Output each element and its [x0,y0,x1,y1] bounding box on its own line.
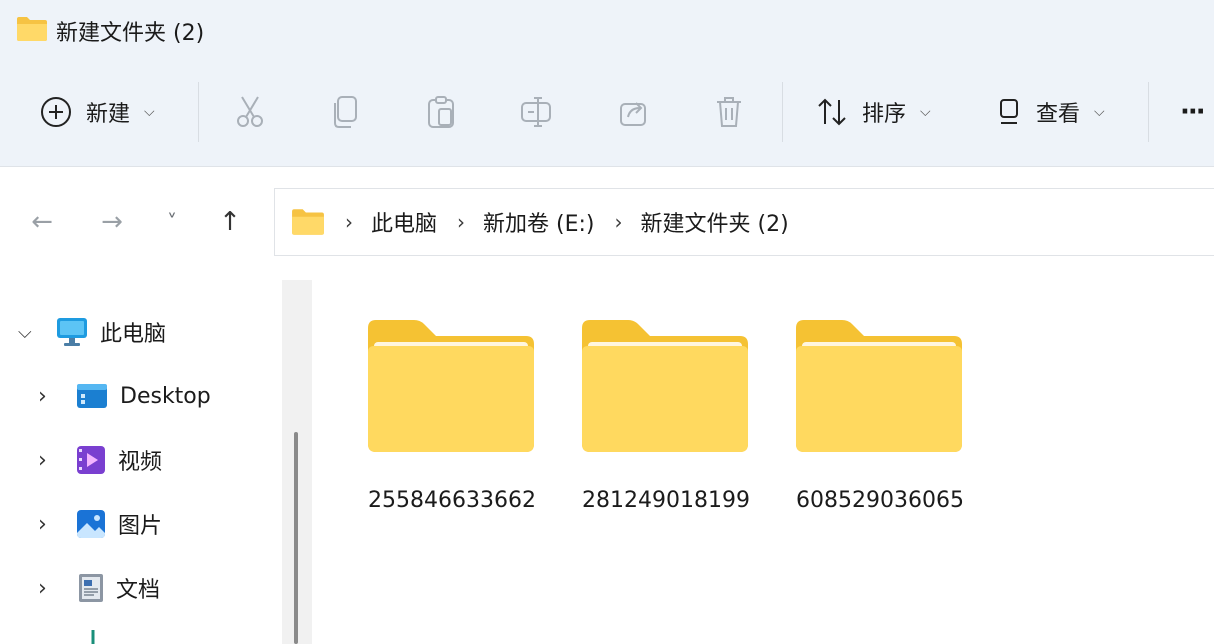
folder-name[interactable]: 255846633662 [368,488,536,513]
folder-icon [17,17,47,41]
rename-button[interactable] [520,58,554,166]
arrow-up-icon: ↑ [219,207,241,237]
recent-locations-button[interactable]: ˅ [152,202,192,242]
sidebar-item-videos[interactable]: › 视频 [38,438,162,482]
chevron-right-icon: › [38,511,47,537]
view-label: 查看 [1036,102,1081,127]
copy-button[interactable] [332,58,360,166]
forward-button[interactable]: → [92,202,132,242]
folder-item[interactable] [366,318,536,458]
arrow-left-icon: ← [31,207,53,237]
chevron-down-icon: ⌵ [920,104,931,120]
desktop-icon [77,384,107,408]
download-icon [91,630,95,644]
scissors-icon [237,96,263,127]
arrow-right-icon: → [101,207,123,237]
more-button[interactable]: ··· [1180,58,1206,166]
toolbar-divider [1148,82,1149,142]
new-label: 新建 [86,102,131,127]
share-icon [620,102,646,126]
toolbar-divider [782,82,783,142]
chevron-down-icon: ⌵ [144,104,155,120]
chevron-right-icon: › [38,447,47,473]
address-bar[interactable]: › 此电脑 › 新加卷 (E:) › 新建文件夹 (2) [274,188,1214,256]
folder-icon [368,320,534,452]
chevron-down-icon: ⌵ [18,321,32,343]
plus-circle-icon [41,97,71,127]
video-icon [77,446,105,474]
sidebar-item-documents[interactable]: › 文档 [38,566,160,610]
breadcrumb-drive-e[interactable]: 新加卷 (E:) [483,206,594,238]
title-bar: 新建文件夹 (2) [0,0,1214,58]
sidebar-item-label: 视频 [118,450,163,475]
breadcrumb-current-folder[interactable]: 新建文件夹 (2) [641,206,789,238]
share-button[interactable] [618,58,650,166]
sidebar-item-partial [78,628,108,644]
sidebar-item-label: 此电脑 [100,322,167,347]
chevron-down-icon: ˅ [167,210,177,234]
monitor-icon [57,318,87,346]
cut-button[interactable] [234,58,266,166]
sort-label: 排序 [862,102,907,127]
sidebar-item-desktop[interactable]: › Desktop [38,374,211,418]
chevron-right-icon: › [345,210,353,234]
sidebar-item-this-pc[interactable]: ⌵ 此电脑 [18,310,166,354]
folder-name[interactable]: 608529036065 [796,488,964,513]
pictures-icon [77,510,105,538]
up-button[interactable]: ↑ [210,202,250,242]
sidebar-item-label: Desktop [120,383,211,409]
paste-icon [428,96,454,128]
view-icon [1000,99,1018,124]
back-button[interactable]: ← [22,202,62,242]
chevron-right-icon: › [457,210,466,234]
paste-button[interactable] [426,58,456,166]
chevron-right-icon: › [614,210,623,234]
rename-icon [521,97,551,127]
sidebar-item-pictures[interactable]: › 图片 [38,502,162,546]
chevron-right-icon: › [38,383,47,409]
sidebar-item-label: 图片 [118,514,163,539]
command-bar: 新建 ⌵ 排序 ⌵ 查看 ⌵ ··· [0,58,1214,167]
sidebar-scrollbar-thumb[interactable] [294,432,298,644]
trash-icon [717,97,741,127]
window-title: 新建文件夹 (2) [56,21,205,46]
chevron-right-icon: › [38,575,47,601]
folder-name[interactable]: 281249018199 [582,488,750,513]
folder-icon [582,320,748,452]
breadcrumb-this-pc[interactable]: 此电脑 [371,206,437,238]
toolbar-divider [198,82,199,142]
new-button[interactable]: 新建 ⌵ [40,58,155,166]
folder-icon [796,320,962,452]
sidebar-item-label: 文档 [116,578,161,603]
navigation-pane: ⌵ 此电脑 › Desktop › 视频 › 图片 › 文档 [0,280,282,644]
delete-button[interactable] [714,58,744,166]
sort-button[interactable]: 排序 ⌵ [816,58,931,166]
sort-icon [818,98,846,126]
more-icon: ··· [1180,97,1206,127]
chevron-down-icon: ⌵ [1094,104,1105,120]
view-button[interactable]: 查看 ⌵ [998,58,1105,166]
folder-icon [292,209,324,235]
folder-item[interactable] [794,318,964,458]
copy-icon [334,96,357,128]
document-icon [79,574,103,602]
folder-item[interactable] [580,318,750,458]
